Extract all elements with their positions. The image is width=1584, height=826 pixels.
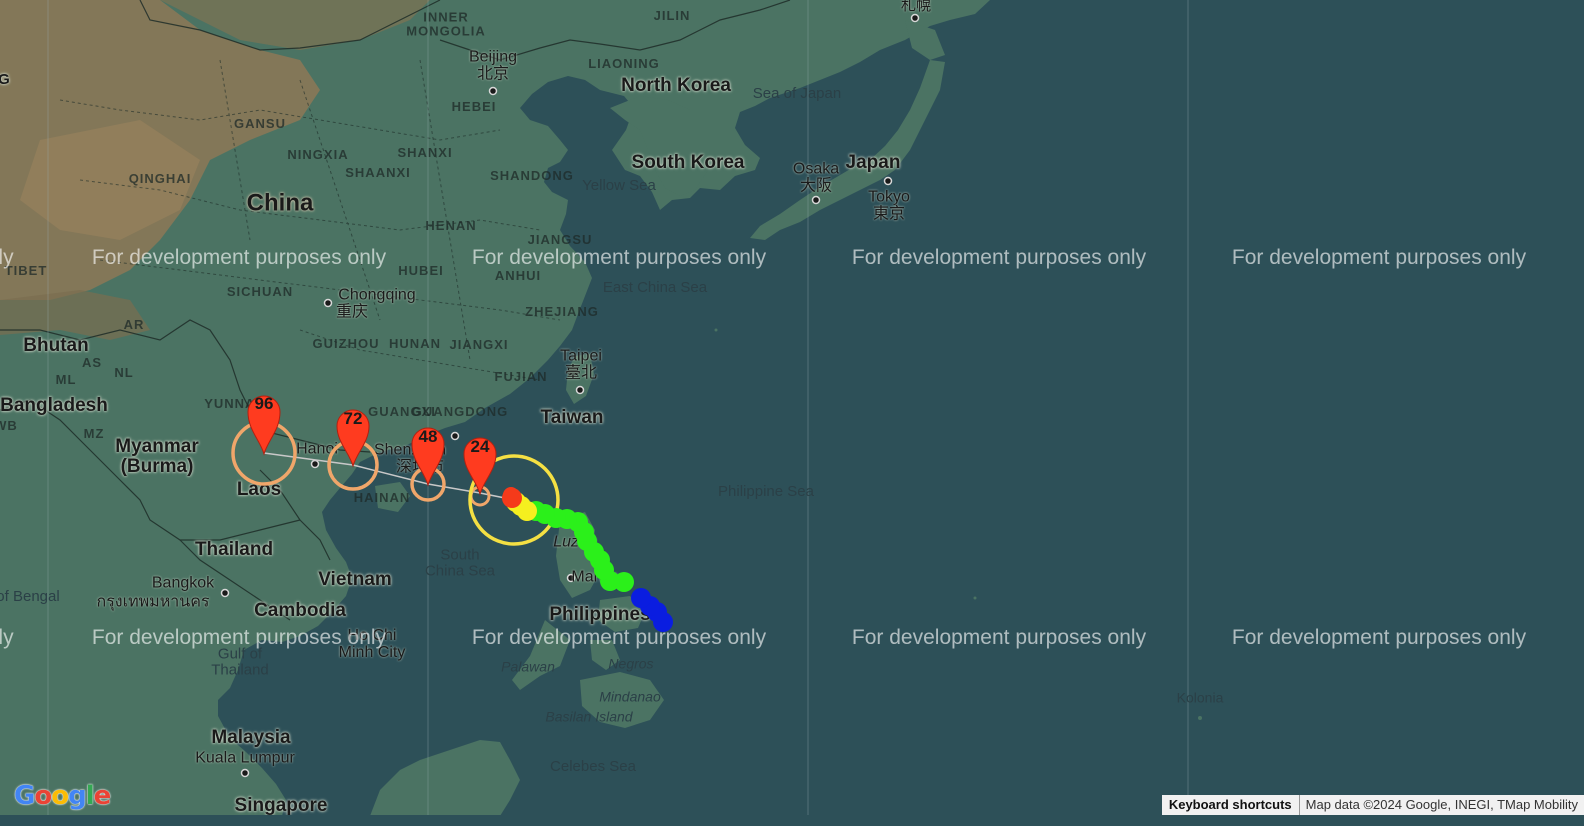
map-footer: Keyboard shortcuts Map data ©2024 Google… (1161, 795, 1584, 815)
map-canvas[interactable]: INNER MONGOLIA JILIN 札幌 Beijing 北京 LIAON… (0, 0, 1584, 826)
map-attribution: Map data ©2024 Google, INEGI, TMap Mobil… (1299, 795, 1584, 815)
logo-letter: g (68, 781, 87, 811)
google-logo[interactable]: Google (14, 781, 112, 811)
pin-label-96[interactable]: 96 (255, 394, 274, 414)
observed-track-points (502, 487, 673, 632)
logo-letter: l (85, 781, 95, 811)
pin-label-48[interactable]: 48 (419, 427, 438, 447)
logo-letter: e (93, 781, 112, 811)
pin-label-72[interactable]: 72 (344, 409, 363, 429)
storm-track-overlay (231, 395, 673, 632)
pin-label-24[interactable]: 24 (471, 437, 490, 457)
logo-letter: G (14, 781, 35, 811)
logo-letter: o (51, 781, 69, 811)
keyboard-shortcuts-button[interactable]: Keyboard shortcuts (1161, 795, 1300, 815)
map-bottom-edge (0, 815, 1584, 826)
logo-letter: o (34, 781, 52, 811)
